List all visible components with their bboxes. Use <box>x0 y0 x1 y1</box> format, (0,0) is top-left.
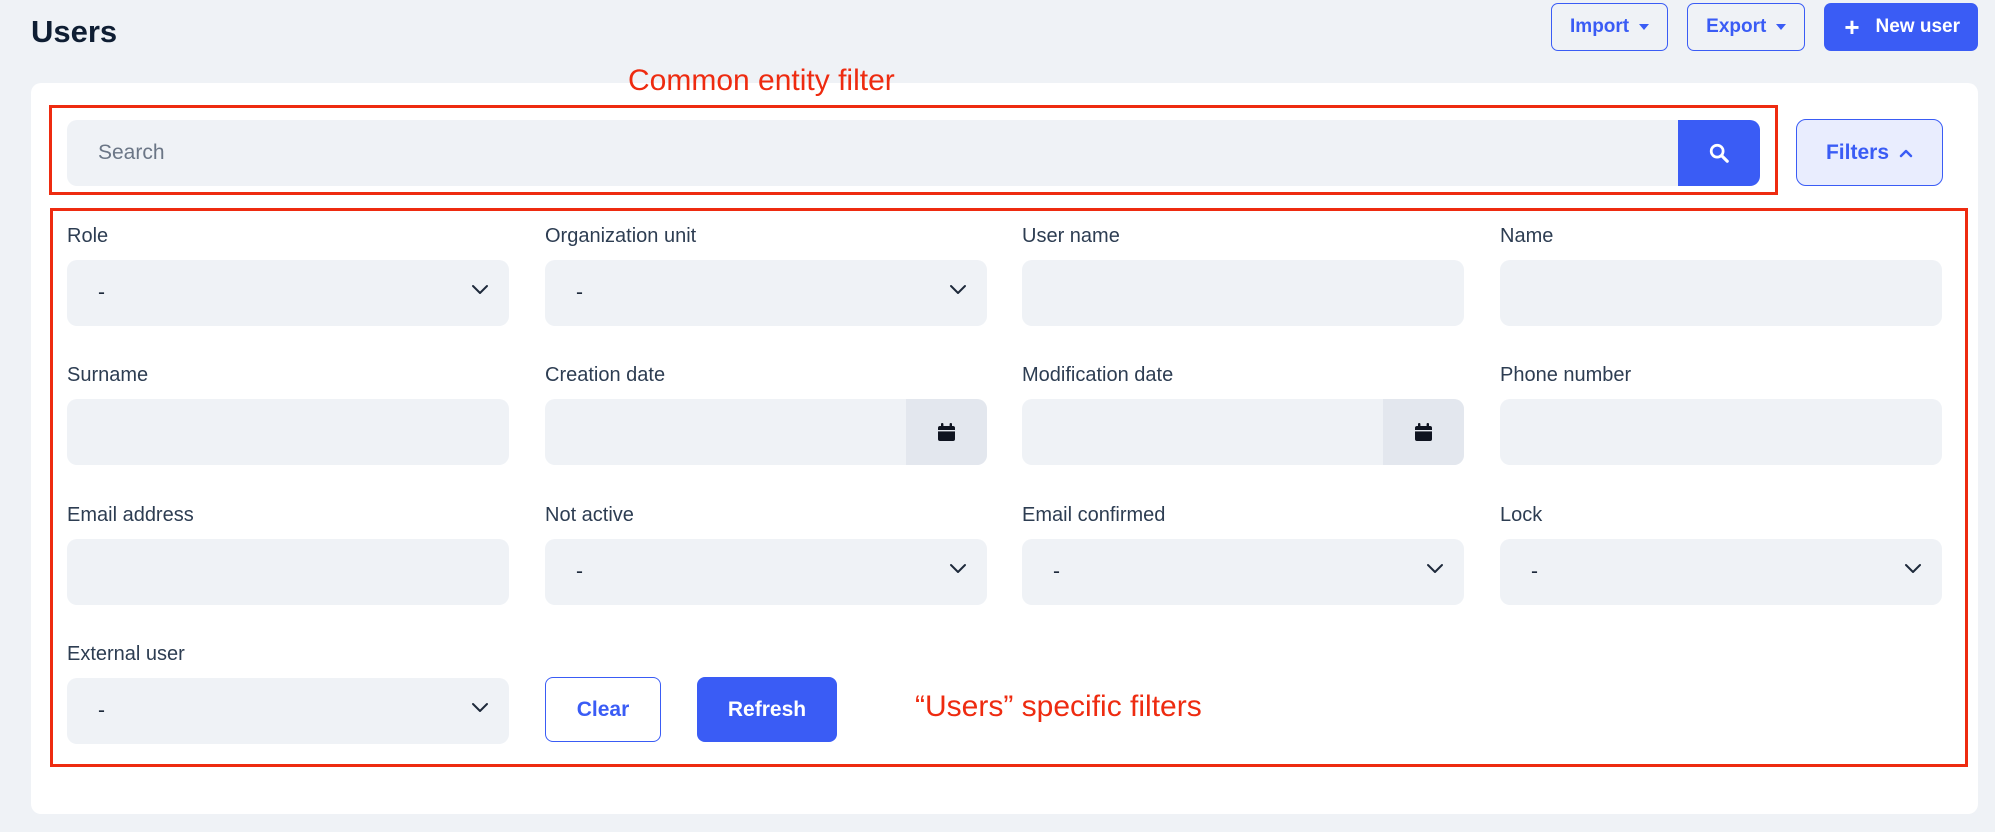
email-address-label: Email address <box>67 504 194 526</box>
filters-label: Filters <box>1825 140 1890 164</box>
role-label: Role <box>67 225 109 247</box>
chevron-up-icon <box>1899 149 1913 157</box>
field-not-active: Not active - <box>545 503 987 605</box>
lock-value: - <box>1531 560 1538 583</box>
field-creation-date: Creation date <box>545 363 987 465</box>
chevron-down-icon <box>950 285 966 294</box>
search-icon <box>1709 143 1729 163</box>
chevron-down-icon <box>472 285 488 294</box>
chevron-down-icon <box>950 564 966 573</box>
new-user-label: New user <box>1875 16 1960 37</box>
chevron-down-icon <box>1905 564 1921 573</box>
not-active-label: Not active <box>545 504 634 526</box>
plus-icon: + <box>1844 12 1860 42</box>
search-row: Filters <box>67 119 1943 186</box>
common-filter-annotation-label: Common entity filter <box>628 64 895 97</box>
role-select[interactable]: - <box>67 260 509 326</box>
lock-label: Lock <box>1500 504 1543 526</box>
creation-date-label: Creation date <box>545 364 666 386</box>
email-confirmed-select[interactable]: - <box>1022 539 1464 605</box>
field-email-confirmed: Email confirmed - <box>1022 503 1464 605</box>
modification-date-input[interactable] <box>1022 399 1464 465</box>
field-email-address: Email address <box>67 503 509 605</box>
organization-unit-select[interactable]: - <box>545 260 987 326</box>
email-address-input[interactable] <box>67 539 509 605</box>
caret-down-icon <box>1639 24 1650 30</box>
name-input[interactable] <box>1500 260 1942 326</box>
modification-date-picker-button[interactable] <box>1383 399 1464 465</box>
field-role: Role - <box>67 224 509 326</box>
user-name-input[interactable] <box>1022 260 1464 326</box>
search-group <box>67 119 1760 186</box>
organization-unit-label: Organization unit <box>545 225 697 247</box>
user-name-label: User name <box>1022 225 1120 247</box>
modification-date-label: Modification date <box>1022 364 1174 386</box>
caret-down-icon <box>1776 24 1787 30</box>
refresh-button[interactable]: Refresh <box>697 677 837 742</box>
field-lock: Lock - <box>1500 503 1942 605</box>
page-title: Users <box>31 14 118 49</box>
creation-date-picker-button[interactable] <box>906 399 987 465</box>
surname-input[interactable] <box>67 399 509 465</box>
organization-unit-value: - <box>576 281 583 304</box>
not-active-value: - <box>576 560 583 583</box>
field-modification-date: Modification date <box>1022 363 1464 465</box>
clear-button[interactable]: Clear <box>545 677 661 742</box>
field-name: Name <box>1500 224 1942 326</box>
filters-toggle-button[interactable]: Filters <box>1796 119 1943 186</box>
lock-select[interactable]: - <box>1500 539 1942 605</box>
export-button[interactable]: Export <box>1687 3 1806 51</box>
export-label: Export <box>1706 16 1767 37</box>
import-label: Import <box>1570 16 1630 37</box>
field-external-user: External user - <box>67 642 509 744</box>
name-label: Name <box>1500 225 1554 247</box>
calendar-icon <box>938 423 955 441</box>
role-value: - <box>98 281 105 304</box>
users-filters-annotation-label: “Users” specific filters <box>915 690 1202 723</box>
chevron-down-icon <box>1427 564 1443 573</box>
field-phone-number: Phone number <box>1500 363 1942 465</box>
phone-number-label: Phone number <box>1500 364 1632 386</box>
external-user-select[interactable]: - <box>67 678 509 744</box>
email-confirmed-value: - <box>1053 560 1060 583</box>
creation-date-input[interactable] <box>545 399 987 465</box>
search-button[interactable] <box>1678 119 1760 186</box>
external-user-value: - <box>98 699 105 722</box>
new-user-button[interactable]: + New user <box>1824 3 1978 51</box>
field-organization-unit: Organization unit - <box>545 224 987 326</box>
search-input[interactable] <box>67 119 1678 186</box>
field-surname: Surname <box>67 363 509 465</box>
external-user-label: External user <box>67 643 185 665</box>
surname-label: Surname <box>67 364 149 386</box>
top-actions: Import Export + New user <box>1551 3 1978 51</box>
calendar-icon <box>1415 423 1432 441</box>
not-active-select[interactable]: - <box>545 539 987 605</box>
chevron-down-icon <box>472 703 488 712</box>
email-confirmed-label: Email confirmed <box>1022 504 1166 526</box>
phone-number-input[interactable] <box>1500 399 1942 465</box>
import-button[interactable]: Import <box>1551 3 1669 51</box>
field-user-name: User name <box>1022 224 1464 326</box>
